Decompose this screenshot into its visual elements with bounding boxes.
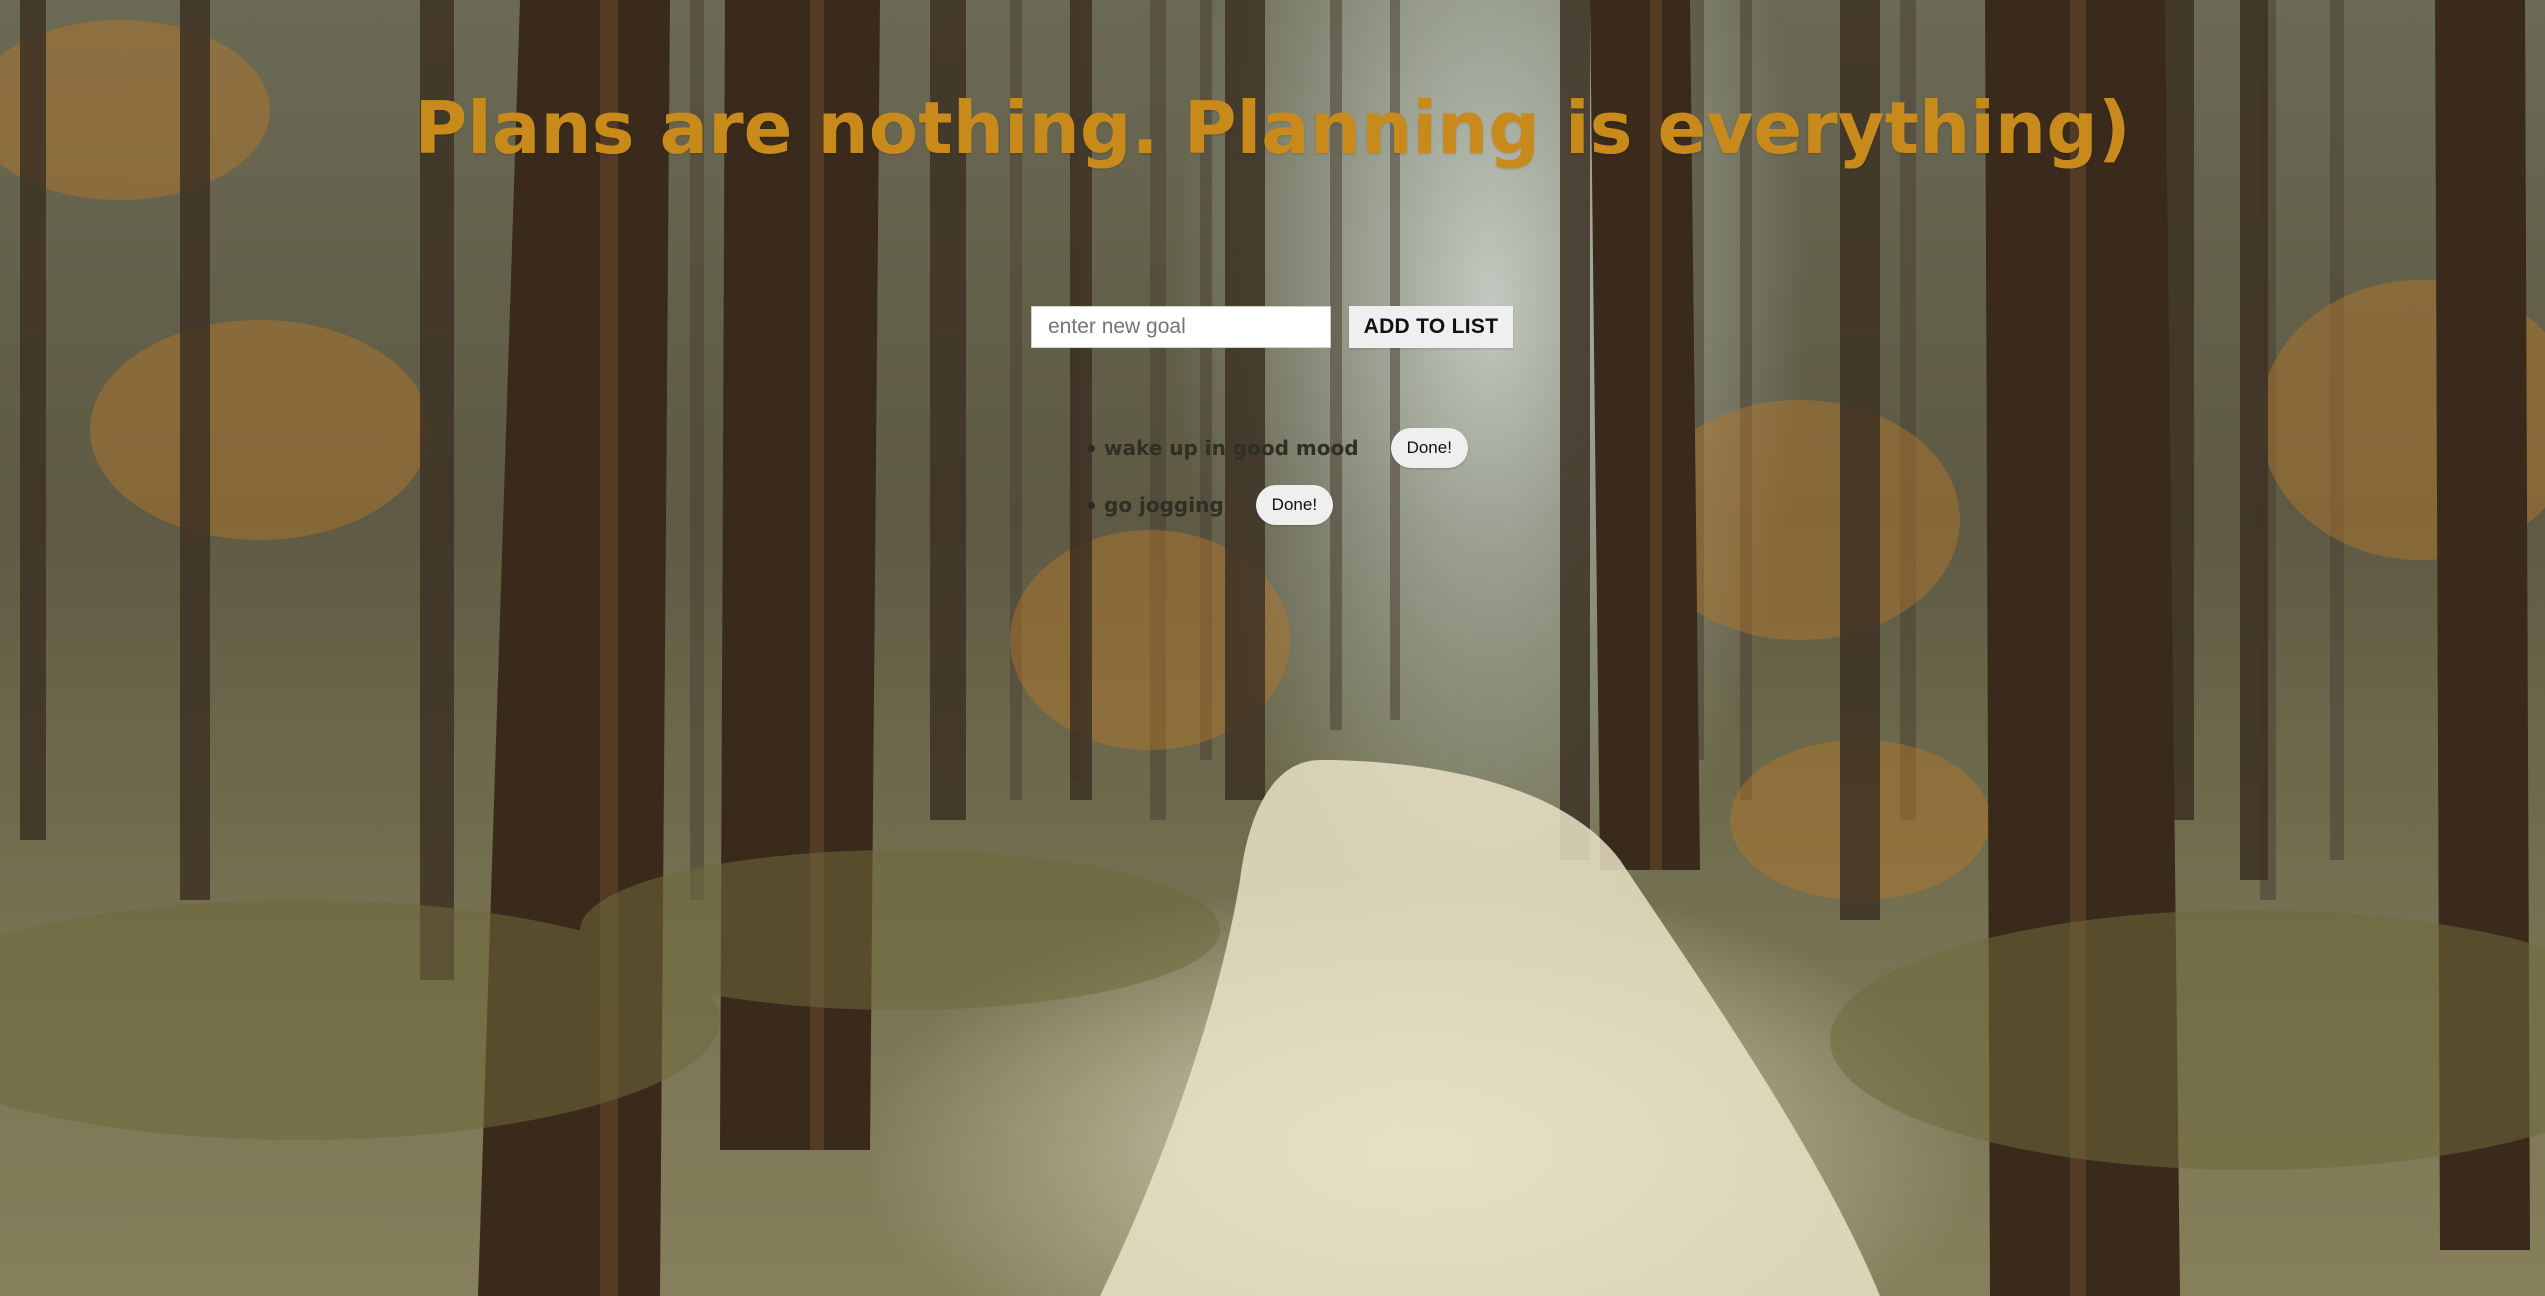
add-goal-form: ADD TO LIST <box>1031 306 1513 348</box>
goal-item: go jogging Done! <box>1088 485 1468 525</box>
goal-item: wake up in good mood Done! <box>1088 428 1468 468</box>
bullet-icon <box>1088 445 1095 452</box>
page: Plans are nothing. Planning is everythin… <box>0 0 2545 1296</box>
done-button[interactable]: Done! <box>1390 428 1468 468</box>
goal-text: go jogging <box>1104 493 1224 517</box>
add-to-list-button[interactable]: ADD TO LIST <box>1349 306 1513 348</box>
app: Plans are nothing. Planning is everythin… <box>0 0 2545 1296</box>
goal-list: wake up in good mood Done! go jogging Do… <box>1088 428 1468 542</box>
page-title: Plans are nothing. Planning is everythin… <box>414 86 2131 170</box>
goal-text: wake up in good mood <box>1104 436 1359 460</box>
done-button[interactable]: Done! <box>1255 485 1334 525</box>
goal-input[interactable] <box>1031 306 1331 348</box>
bullet-icon <box>1088 502 1095 509</box>
